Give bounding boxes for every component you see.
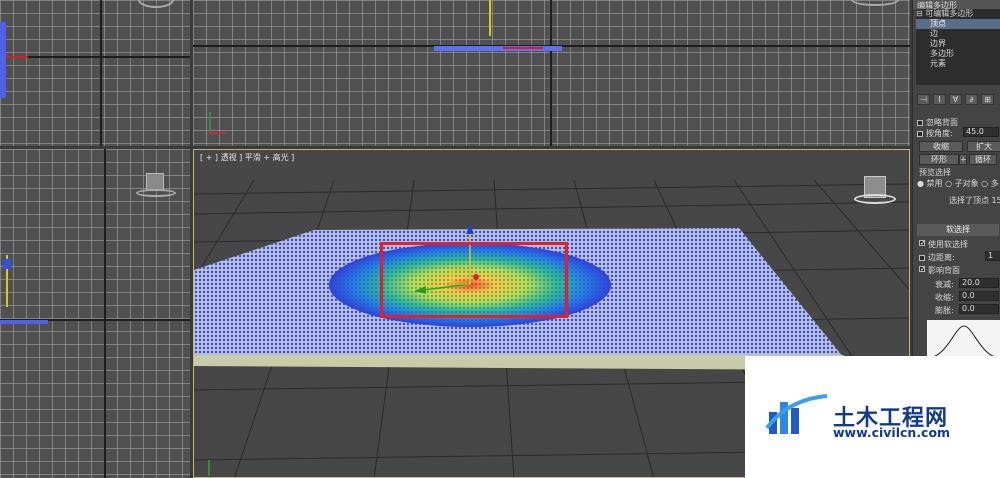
world-axis-icon-x — [209, 132, 225, 134]
preview-options[interactable]: ● 禁用 ○ 子对象 ○ 多 — [917, 178, 999, 189]
use-soft-selection-row[interactable]: 使用软选择 — [919, 239, 968, 250]
loop-button[interactable]: 循环 — [969, 154, 997, 165]
falloff-curve — [927, 320, 1000, 360]
soft-selection-rollout[interactable]: 软选择 — [917, 224, 999, 236]
pin-stack-icon[interactable]: ⊣ — [917, 94, 930, 105]
ring-spinner[interactable]: ÷ — [959, 154, 967, 165]
plane-edge-view — [0, 22, 6, 98]
edge-distance-label: 边距离: — [928, 253, 955, 262]
stack-item-border[interactable]: 边界 — [916, 39, 1000, 49]
grid-axis-v — [104, 149, 106, 478]
selection-status: 选择了顶点 15 — [949, 196, 1000, 205]
x-axis-indicator — [6, 56, 28, 58]
angle-checkbox-row[interactable]: 按角度: — [917, 128, 953, 139]
use-soft-selection-checkbox[interactable] — [919, 240, 925, 246]
show-end-result-icon[interactable]: I — [933, 94, 946, 105]
x-axis-indicator — [503, 47, 543, 49]
grow-button[interactable]: 扩大 — [967, 141, 1000, 152]
backface-label: 忽略背面 — [926, 118, 958, 127]
edge-distance-input[interactable]: 1 — [985, 251, 1000, 261]
ring-button[interactable]: 环形 — [919, 154, 959, 165]
viewcube-icon[interactable] — [851, 0, 899, 6]
watermark-logo: 土木工程网 www.civilcn.com — [745, 356, 1000, 478]
make-unique-icon[interactable]: ∀ — [949, 94, 962, 105]
grid-axis-v — [550, 0, 552, 146]
highlight-rectangle — [380, 242, 568, 318]
stack-item-element[interactable]: 元素 — [916, 59, 1000, 69]
affect-backface-row[interactable]: 影响背面 — [919, 265, 960, 276]
stack-item-vertex[interactable]: 顶点 — [916, 19, 1000, 29]
viewport-left[interactable] — [0, 149, 190, 478]
backface-checkbox-row[interactable]: 忽略背面 — [917, 117, 958, 128]
edge-distance-checkbox[interactable] — [919, 255, 925, 261]
preview-multi-label[interactable]: 多 — [991, 179, 999, 188]
grid-axis-v — [100, 0, 102, 146]
pinch-label: 收缩: — [935, 293, 954, 302]
preview-disable-label[interactable]: 禁用 — [927, 179, 943, 188]
plane-edge-view — [0, 320, 48, 324]
logo-icon — [765, 394, 828, 434]
configure-sets-icon[interactable]: ⊞ — [981, 94, 994, 105]
use-soft-selection-label: 使用软选择 — [928, 240, 968, 249]
preview-selection-label: 预览选择 — [919, 168, 951, 177]
viewcube-icon[interactable] — [138, 0, 174, 8]
watermark-url: www.civilcn.com — [833, 425, 951, 440]
bubble-input[interactable]: 0.0 — [959, 304, 999, 314]
viewcube-ring — [136, 189, 176, 197]
modifier-stack[interactable]: ⊟ 可编辑多边形 顶点 边 边界 多边形 元素 — [916, 9, 1000, 85]
stack-root-item[interactable]: ⊟ 可编辑多边形 — [916, 9, 1000, 19]
gizmo-z-arrow[interactable] — [466, 224, 474, 234]
world-axis-icon — [208, 460, 210, 476]
falloff-label: 衰减: — [935, 280, 954, 289]
z-axis-arrow — [3, 259, 11, 269]
shrink-button[interactable]: 收缩 — [919, 141, 963, 152]
viewport-front[interactable] — [193, 0, 910, 146]
falloff-input[interactable]: 20.0 — [959, 278, 999, 288]
grid-axis-h — [0, 56, 190, 58]
affect-backface-label: 影响背面 — [928, 266, 960, 275]
bubble-label: 膨胀: — [935, 306, 954, 315]
backface-checkbox[interactable] — [917, 120, 923, 126]
affect-backface-checkbox[interactable] — [919, 266, 925, 272]
stack-root-label: 可编辑多边形 — [925, 9, 974, 18]
stack-item-edge[interactable]: 边 — [916, 29, 1000, 39]
angle-input[interactable]: 45.0 — [963, 127, 999, 137]
edge-distance-row[interactable]: 边距离: — [919, 252, 955, 263]
angle-checkbox[interactable] — [917, 131, 923, 137]
viewport-top-left[interactable] — [0, 0, 190, 146]
stack-item-polygon[interactable]: 多边形 — [916, 49, 1000, 59]
y-axis-indicator — [489, 0, 491, 36]
angle-label: 按角度: — [926, 129, 953, 138]
preview-subobject-label[interactable]: 子对象 — [955, 179, 979, 188]
world-axis-icon — [209, 112, 211, 134]
viewcube-ring — [854, 194, 896, 204]
pinch-input[interactable]: 0.0 — [959, 291, 999, 301]
remove-modifier-icon[interactable]: ∂ — [965, 94, 978, 105]
